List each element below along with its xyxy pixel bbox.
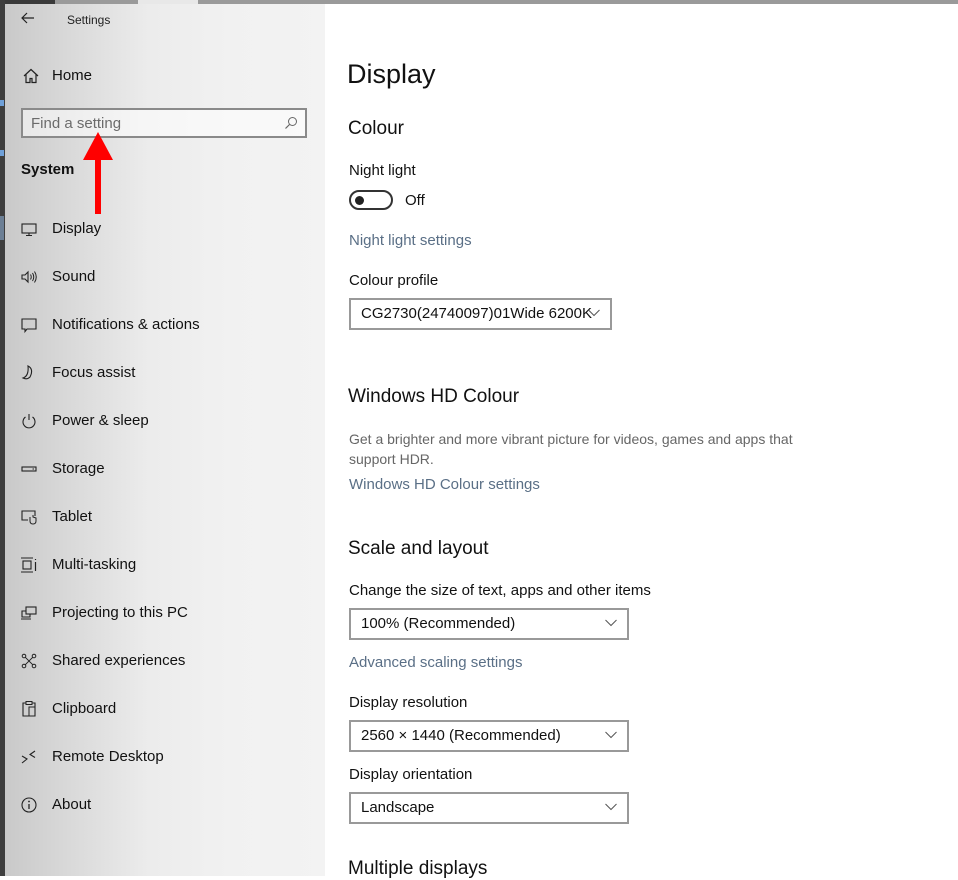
clipboard-icon bbox=[22, 701, 36, 717]
search-box[interactable] bbox=[21, 108, 307, 138]
toggle-knob bbox=[355, 196, 364, 205]
sidebar-item-about[interactable]: About bbox=[5, 784, 325, 832]
sidebar-item-notifications[interactable]: Notifications & actions bbox=[5, 304, 325, 352]
scale-dropdown[interactable]: 100% (Recommended) bbox=[349, 608, 629, 640]
hd-colour-description: Get a brighter and more vibrant picture … bbox=[349, 431, 793, 467]
resolution-dropdown[interactable]: 2560 × 1440 (Recommended) bbox=[349, 720, 629, 752]
chevron-down-icon bbox=[605, 619, 617, 627]
night-light-settings-link[interactable]: Night light settings bbox=[349, 232, 472, 249]
notification-icon bbox=[21, 318, 37, 334]
colour-profile-value: CG2730(24740097)01Wide 6200K bbox=[361, 305, 592, 322]
page-title: Display bbox=[347, 59, 436, 89]
sidebar-item-multitasking[interactable]: Multi-tasking bbox=[5, 544, 325, 592]
monitor-icon bbox=[21, 223, 37, 237]
sidebar-item-label: About bbox=[52, 796, 92, 813]
sidebar-item-label: Sound bbox=[52, 268, 96, 285]
back-arrow-icon bbox=[21, 12, 34, 24]
projecting-icon bbox=[21, 606, 37, 620]
nav-list: Display Sound Notifications & actions Fo… bbox=[0, 208, 325, 832]
app-title: Settings bbox=[67, 13, 111, 27]
orientation-dropdown[interactable]: Landscape bbox=[349, 792, 629, 824]
shared-icon bbox=[21, 653, 37, 669]
sidebar-item-label: Storage bbox=[52, 460, 105, 477]
search-icon[interactable] bbox=[284, 116, 298, 130]
sidebar-item-focus-assist[interactable]: Focus assist bbox=[5, 352, 325, 400]
info-icon bbox=[21, 797, 37, 813]
chevron-down-icon bbox=[605, 803, 617, 811]
advanced-scaling-link[interactable]: Advanced scaling settings bbox=[349, 654, 522, 671]
remote-desktop-icon bbox=[21, 750, 36, 764]
red-arrow-annotation bbox=[83, 132, 113, 214]
sidebar-item-label: Focus assist bbox=[52, 364, 136, 381]
orientation-label: Display orientation bbox=[349, 766, 473, 783]
sidebar-item-shared-experiences[interactable]: Shared experiences bbox=[5, 640, 325, 688]
home-label: Home bbox=[52, 67, 93, 84]
multitasking-icon bbox=[21, 557, 37, 573]
chevron-down-icon bbox=[605, 731, 617, 739]
colour-profile-dropdown[interactable]: CG2730(24740097)01Wide 6200K bbox=[349, 298, 612, 330]
storage-icon bbox=[21, 466, 37, 472]
sidebar-item-storage[interactable]: Storage bbox=[5, 448, 325, 496]
speaker-icon bbox=[21, 270, 37, 284]
sidebar-item-tablet[interactable]: Tablet bbox=[5, 496, 325, 544]
hd-colour-settings-link[interactable]: Windows HD Colour settings bbox=[349, 476, 540, 493]
colour-profile-label: Colour profile bbox=[349, 272, 439, 289]
hd-colour-heading: Windows HD Colour bbox=[348, 386, 520, 407]
sidebar-item-label: Projecting to this PC bbox=[52, 604, 188, 621]
search-input[interactable] bbox=[31, 112, 271, 134]
title-bar: Settings bbox=[5, 4, 325, 38]
main-content: Display Colour Night light Off Night lig… bbox=[325, 4, 958, 879]
selection-indicator bbox=[0, 216, 4, 240]
sidebar-item-remote-desktop[interactable]: Remote Desktop bbox=[5, 736, 325, 784]
sidebar-item-label: Remote Desktop bbox=[52, 748, 164, 765]
scale-layout-heading: Scale and layout bbox=[348, 538, 489, 559]
orientation-value: Landscape bbox=[361, 799, 435, 816]
sidebar-item-label: Notifications & actions bbox=[52, 316, 200, 333]
resolution-label: Display resolution bbox=[349, 694, 468, 711]
sidebar-item-label: Tablet bbox=[52, 508, 93, 525]
scale-value: 100% (Recommended) bbox=[361, 615, 516, 632]
sidebar-item-home[interactable]: Home bbox=[5, 60, 325, 92]
night-light-state: Off bbox=[405, 192, 425, 209]
sidebar-item-projecting[interactable]: Projecting to this PC bbox=[5, 592, 325, 640]
sidebar-item-sound[interactable]: Sound bbox=[5, 256, 325, 304]
chevron-down-icon bbox=[588, 309, 600, 317]
power-icon bbox=[22, 414, 36, 429]
sidebar-item-label: Power & sleep bbox=[52, 412, 149, 429]
sidebar-item-display[interactable]: Display bbox=[0, 208, 325, 256]
text-size-label: Change the size of text, apps and other … bbox=[349, 582, 651, 599]
tablet-icon bbox=[21, 510, 37, 525]
home-icon bbox=[23, 68, 39, 84]
sidebar-item-clipboard[interactable]: Clipboard bbox=[5, 688, 325, 736]
sidebar-item-label: Shared experiences bbox=[52, 652, 186, 669]
sidebar: Settings Home System Display Sound Notif… bbox=[0, 4, 325, 876]
night-light-label: Night light bbox=[349, 162, 416, 179]
section-title: System bbox=[21, 161, 75, 178]
back-button[interactable] bbox=[20, 10, 40, 30]
sidebar-item-label: Multi-tasking bbox=[52, 556, 137, 573]
sidebar-item-power-sleep[interactable]: Power & sleep bbox=[5, 400, 325, 448]
night-light-toggle[interactable] bbox=[349, 190, 393, 210]
moon-icon bbox=[21, 365, 33, 380]
sidebar-item-label: Display bbox=[52, 220, 102, 237]
colour-heading: Colour bbox=[348, 118, 404, 139]
sidebar-item-label: Clipboard bbox=[52, 700, 117, 717]
resolution-value: 2560 × 1440 (Recommended) bbox=[361, 727, 561, 744]
multiple-displays-heading: Multiple displays bbox=[348, 858, 488, 879]
